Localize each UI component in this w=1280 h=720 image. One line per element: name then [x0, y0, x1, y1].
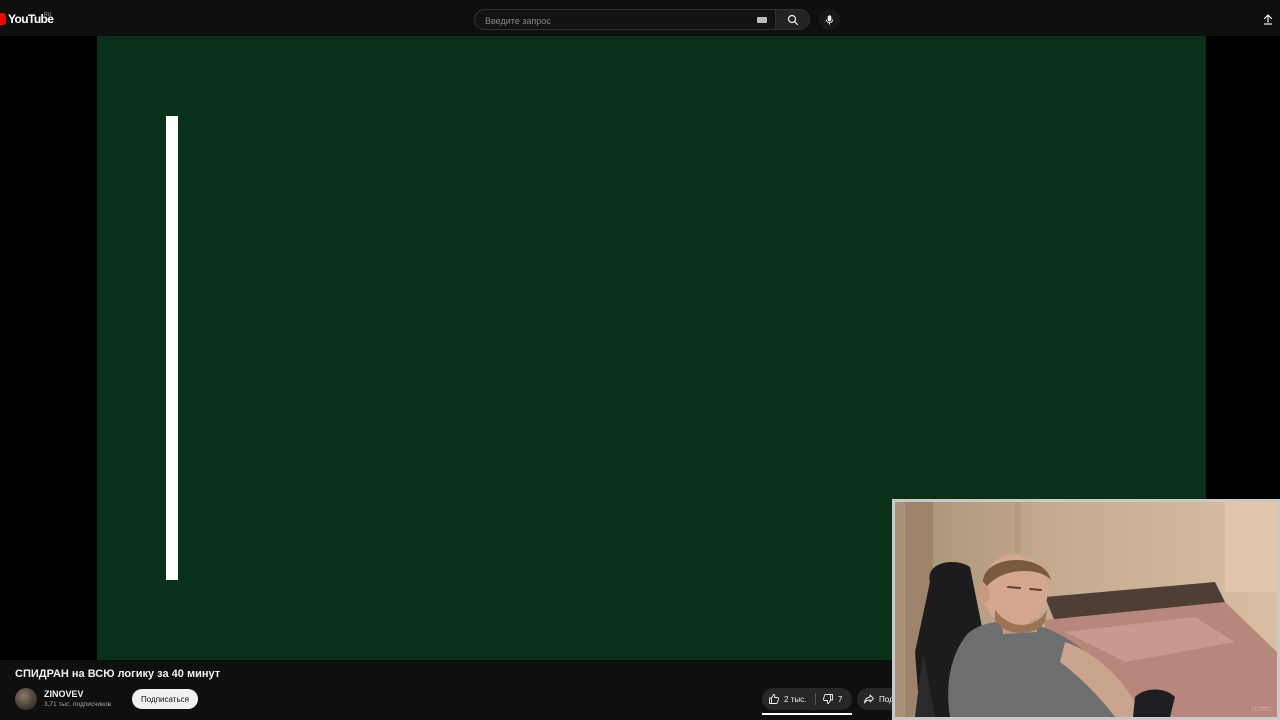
- thumbs-down-icon: [822, 694, 833, 704]
- webcam-overlay: ucieu: [892, 499, 1280, 720]
- webcam-watermark: ucieu: [1251, 704, 1271, 713]
- video-title: СПИДРАН на ВСЮ логику за 40 минут: [15, 668, 221, 680]
- channel-name[interactable]: ZINOVEV: [44, 689, 84, 699]
- search-input[interactable]: [483, 10, 757, 31]
- voice-search-button[interactable]: [819, 9, 840, 30]
- subscribe-button[interactable]: Подписаться: [132, 689, 198, 709]
- youtube-watch-page: YouTube RU Введите запрос СПИДРАН на ВСЮ…: [0, 0, 1280, 720]
- search-button[interactable]: [775, 9, 810, 30]
- like-button[interactable]: 2 тыс.: [768, 688, 806, 710]
- keyboard-icon[interactable]: [757, 17, 767, 23]
- thumbs-up-icon: [769, 694, 780, 704]
- channel-avatar[interactable]: [15, 688, 37, 710]
- search-icon: [787, 14, 798, 25]
- search-box: [474, 9, 775, 31]
- subscriber-count: 3,71 тыс. подписчиков: [44, 701, 112, 708]
- microphone-icon: [825, 14, 834, 25]
- upload-button[interactable]: [1260, 11, 1276, 27]
- dislike-count: 7: [838, 694, 843, 704]
- paddle-bar: [166, 116, 178, 580]
- like-dislike-group: 2 тыс. 7: [762, 688, 852, 710]
- streamer-webcam-image: [895, 502, 1277, 717]
- logo-region-code: RU: [44, 12, 52, 18]
- dislike-button[interactable]: 7: [822, 688, 842, 710]
- top-bar: YouTube RU: [0, 0, 1280, 36]
- like-progress-underline: [762, 713, 852, 715]
- share-icon: [864, 694, 874, 704]
- upload-icon: [1263, 13, 1273, 25]
- youtube-play-icon: [0, 13, 6, 25]
- like-count: 2 тыс.: [784, 694, 807, 704]
- like-divider: [815, 693, 816, 705]
